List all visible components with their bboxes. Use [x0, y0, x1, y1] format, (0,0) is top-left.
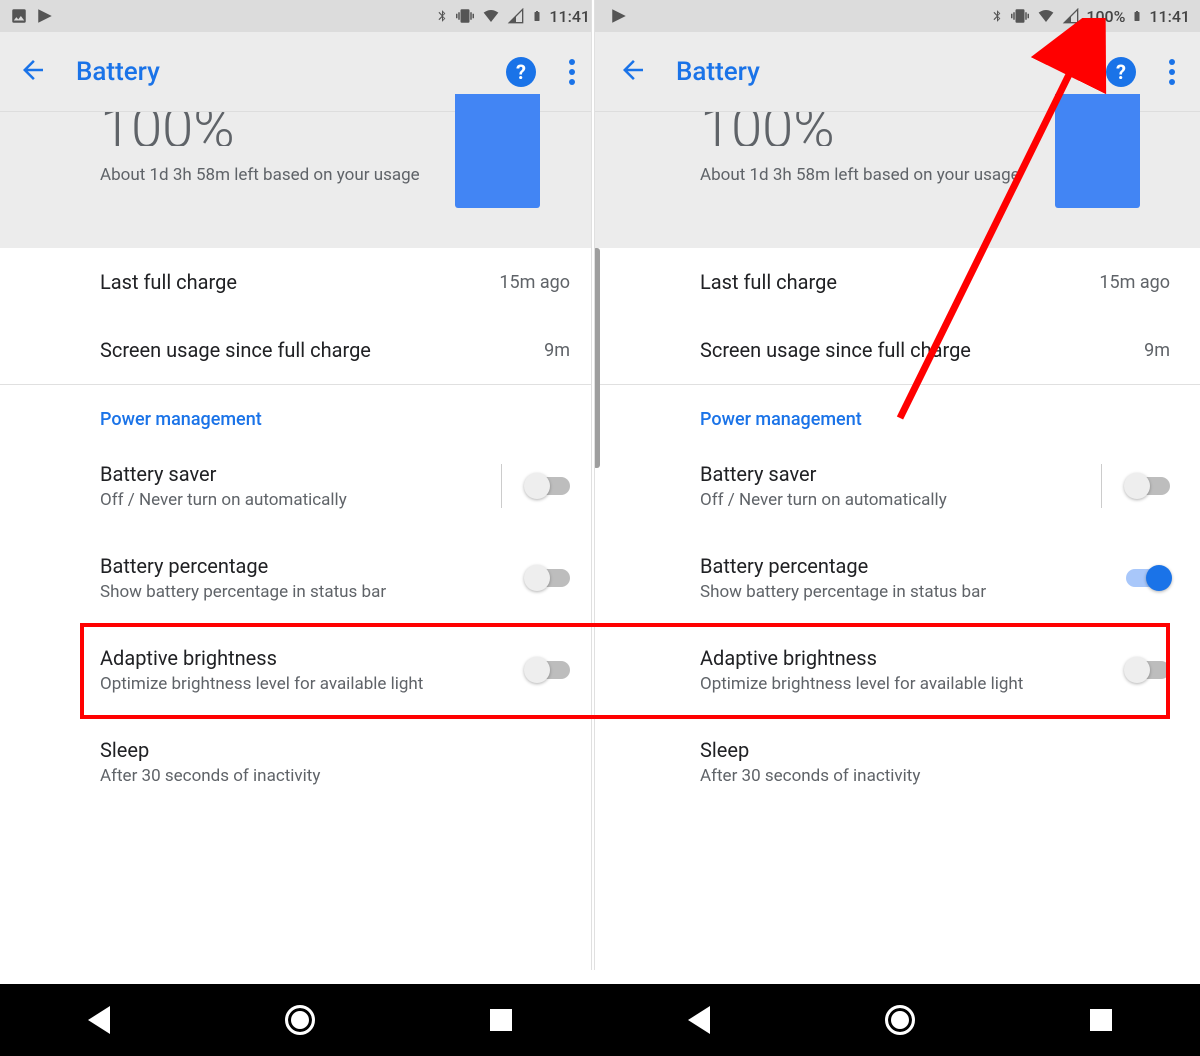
nav-home-button[interactable]: [885, 1005, 915, 1035]
section-power-management: Power management: [600, 385, 1200, 440]
navigation-bar: [600, 984, 1200, 1056]
status-time: 11:41: [1149, 7, 1190, 26]
battery-saver-sub: Off / Never turn on automatically: [100, 490, 477, 510]
adaptive-toggle[interactable]: [526, 661, 570, 679]
signal-icon: [1062, 8, 1080, 24]
adaptive-title: Adaptive brightness: [100, 646, 526, 670]
adaptive-sub: Optimize brightness level for available …: [700, 674, 1126, 694]
screen-usage-label: Screen usage since full charge: [100, 338, 371, 362]
battery-estimate: About 1d 3h 58m left based on your usage: [700, 164, 1020, 187]
more-icon[interactable]: [1162, 59, 1182, 85]
adaptive-sub: Optimize brightness level for available …: [100, 674, 526, 694]
vertical-divider: [1101, 464, 1102, 508]
row-battery-percentage[interactable]: Battery percentage Show battery percenta…: [0, 532, 600, 624]
status-time: 11:41: [549, 7, 590, 26]
battery-estimate: About 1d 3h 58m left based on your usage: [100, 164, 420, 187]
last-charge-label: Last full charge: [700, 270, 837, 294]
battery-saver-title: Battery saver: [100, 462, 477, 486]
play-store-icon: [610, 7, 628, 25]
row-battery-saver[interactable]: Battery saver Off / Never turn on automa…: [600, 440, 1200, 532]
battery-level: 100%: [700, 112, 1020, 146]
battery-hero: 100% About 1d 3h 58m left based on your …: [0, 112, 600, 248]
status-bar: 100% 11:41: [600, 0, 1200, 32]
settings-list: Last full charge 15m ago Screen usage si…: [600, 248, 1200, 984]
vibrate-icon: [1010, 7, 1030, 25]
row-battery-percentage[interactable]: Battery percentage Show battery percenta…: [600, 532, 1200, 624]
row-screen-usage[interactable]: Screen usage since full charge 9m: [0, 316, 600, 384]
vibrate-icon: [455, 7, 475, 25]
nav-recent-button[interactable]: [490, 1009, 512, 1031]
nav-back-button[interactable]: [88, 1006, 110, 1034]
battery-level: 100%: [100, 112, 420, 146]
sleep-title: Sleep: [100, 738, 570, 762]
battery-percentage-sub: Show battery percentage in status bar: [700, 582, 1126, 602]
battery-icon: [1131, 7, 1143, 25]
battery-percentage-sub: Show battery percentage in status bar: [100, 582, 526, 602]
row-screen-usage[interactable]: Screen usage since full charge 9m: [600, 316, 1200, 384]
image-icon: [10, 7, 28, 25]
status-battery-pct: 100%: [1086, 7, 1125, 26]
battery-percentage-toggle[interactable]: [1126, 569, 1170, 587]
help-icon[interactable]: ?: [1106, 57, 1136, 87]
row-adaptive-brightness[interactable]: Adaptive brightness Optimize brightness …: [600, 624, 1200, 716]
sleep-sub: After 30 seconds of inactivity: [700, 766, 1170, 786]
back-button[interactable]: [618, 55, 648, 89]
phone-left: 11:41 Battery ? 100% About 1d 3h 58m lef…: [0, 0, 600, 1056]
sleep-sub: After 30 seconds of inactivity: [100, 766, 570, 786]
screen-usage-label: Screen usage since full charge: [700, 338, 971, 362]
battery-hero: 100% About 1d 3h 58m left based on your …: [600, 112, 1200, 248]
back-button[interactable]: [18, 55, 48, 89]
battery-icon: [531, 7, 543, 25]
battery-saver-sub: Off / Never turn on automatically: [700, 490, 1077, 510]
battery-saver-toggle[interactable]: [1126, 477, 1170, 495]
wifi-icon: [481, 8, 501, 24]
play-store-icon: [36, 7, 54, 25]
battery-saver-title: Battery saver: [700, 462, 1077, 486]
last-charge-value: 15m ago: [499, 272, 570, 293]
battery-graphic: [1055, 94, 1140, 208]
adaptive-toggle[interactable]: [1126, 661, 1170, 679]
bluetooth-icon: [990, 7, 1004, 25]
sleep-title: Sleep: [700, 738, 1170, 762]
section-power-management: Power management: [0, 385, 600, 440]
screen-usage-value: 9m: [1144, 340, 1170, 361]
row-sleep[interactable]: Sleep After 30 seconds of inactivity: [0, 716, 600, 808]
page-title: Battery: [676, 57, 1106, 87]
help-icon[interactable]: ?: [506, 57, 536, 87]
adaptive-title: Adaptive brightness: [700, 646, 1126, 670]
signal-icon: [507, 8, 525, 24]
battery-saver-toggle[interactable]: [526, 477, 570, 495]
navigation-bar: [0, 984, 600, 1056]
status-bar: 11:41: [0, 0, 600, 32]
row-battery-saver[interactable]: Battery saver Off / Never turn on automa…: [0, 440, 600, 532]
wifi-icon: [1036, 8, 1056, 24]
row-sleep[interactable]: Sleep After 30 seconds of inactivity: [600, 716, 1200, 808]
more-icon[interactable]: [562, 59, 582, 85]
screen-usage-value: 9m: [544, 340, 570, 361]
vertical-divider: [501, 464, 502, 508]
battery-percentage-toggle[interactable]: [526, 569, 570, 587]
last-charge-value: 15m ago: [1099, 272, 1170, 293]
battery-percentage-title: Battery percentage: [700, 554, 1126, 578]
nav-home-button[interactable]: [285, 1005, 315, 1035]
row-last-full-charge[interactable]: Last full charge 15m ago: [0, 248, 600, 316]
battery-graphic: [455, 94, 540, 208]
nav-recent-button[interactable]: [1090, 1009, 1112, 1031]
page-title: Battery: [76, 57, 506, 87]
nav-back-button[interactable]: [688, 1006, 710, 1034]
battery-percentage-title: Battery percentage: [100, 554, 526, 578]
row-last-full-charge[interactable]: Last full charge 15m ago: [600, 248, 1200, 316]
phone-right: 100% 11:41 Battery ? 100% About 1d 3h 58…: [600, 0, 1200, 1056]
bluetooth-icon: [435, 7, 449, 25]
settings-list: Last full charge 15m ago Screen usage si…: [0, 248, 600, 984]
phone-divider: [591, 0, 595, 970]
last-charge-label: Last full charge: [100, 270, 237, 294]
row-adaptive-brightness[interactable]: Adaptive brightness Optimize brightness …: [0, 624, 600, 716]
